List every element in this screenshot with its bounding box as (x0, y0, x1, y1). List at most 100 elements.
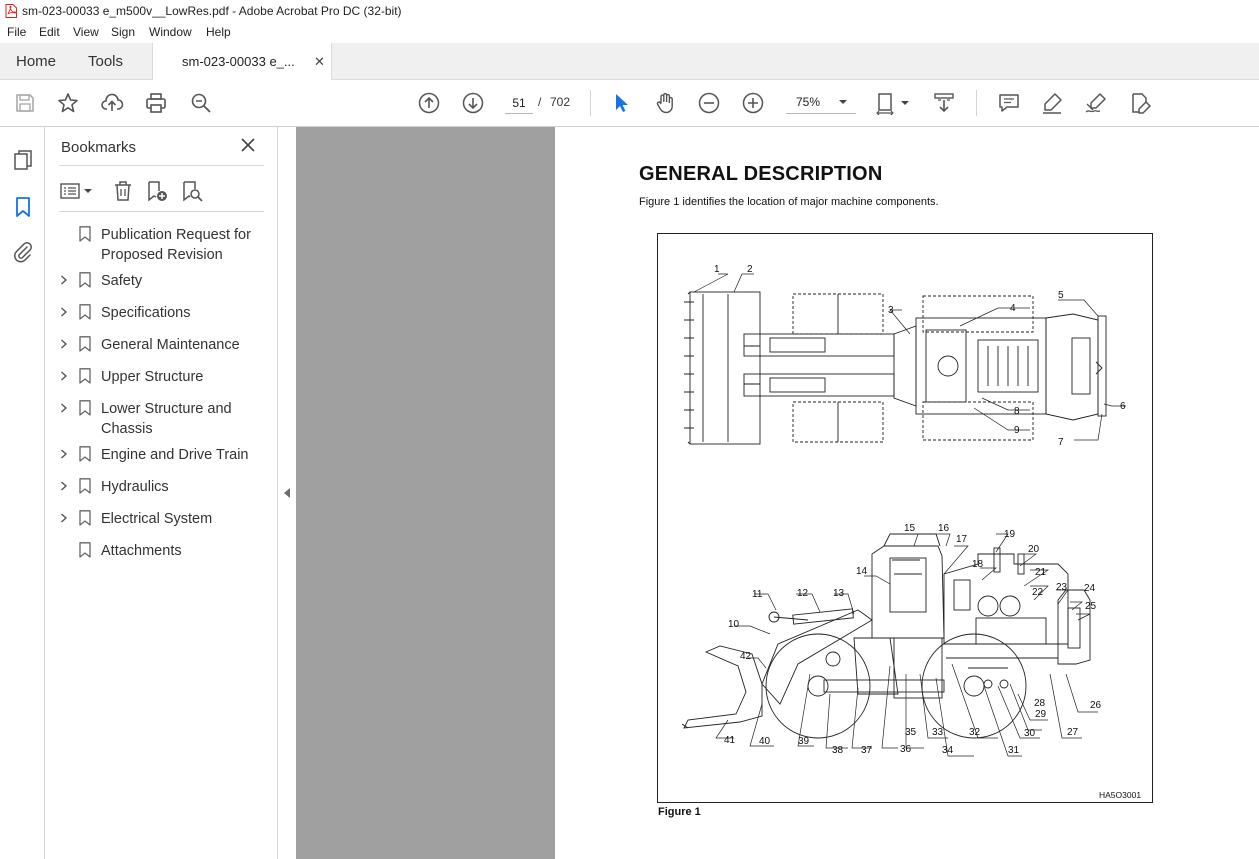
document-intro-text: Figure 1 identifies the location of majo… (639, 196, 939, 208)
star-icon[interactable] (56, 91, 80, 115)
callout-14: 14 (856, 566, 868, 577)
next-page-icon[interactable] (461, 91, 485, 115)
zoom-search-icon[interactable] (189, 91, 213, 115)
upload-cloud-icon[interactable] (100, 91, 124, 115)
chevron-right-icon[interactable] (60, 307, 68, 317)
new-bookmark-icon[interactable] (145, 179, 169, 203)
scroll-mode-icon[interactable] (932, 91, 956, 115)
top-view-drawing (684, 291, 1107, 445)
machine-components-figure: 1 2 3 4 5 6 7 8 9 10 11 12 13 14 15 16 1 (657, 233, 1153, 803)
bookmark-options-icon[interactable] (59, 179, 95, 203)
chevron-right-icon[interactable] (60, 513, 68, 523)
collapse-panel-arrow-icon[interactable] (284, 488, 290, 498)
bookmark-item-specifications[interactable]: Specifications (45, 303, 277, 323)
menu-help[interactable]: Help (206, 25, 231, 39)
bookmark-item-electrical-system[interactable]: Electrical System (45, 509, 277, 529)
bookmark-icon (79, 478, 91, 494)
page-total: 702 (550, 95, 571, 109)
menu-window[interactable]: Window (149, 25, 192, 39)
callout-32: 32 (969, 727, 981, 738)
callout-1: 1 (714, 264, 720, 275)
callout-40: 40 (759, 736, 771, 747)
callout-31: 31 (1008, 745, 1020, 756)
callout-37: 37 (861, 745, 873, 756)
callout-27: 27 (1067, 727, 1079, 738)
chevron-right-icon[interactable] (60, 371, 68, 381)
figure-code: HA5O3001 (1099, 790, 1141, 800)
menu-edit[interactable]: Edit (39, 25, 60, 39)
edit-document-icon[interactable] (1128, 91, 1152, 115)
callout-29: 29 (1035, 709, 1047, 720)
figure-caption: Figure 1 (658, 806, 701, 818)
zoom-level-select[interactable]: 75% (786, 92, 856, 114)
tab-document[interactable]: sm-023-00033 e_... ✕ (152, 43, 332, 80)
callout-19: 19 (1004, 529, 1016, 540)
chevron-right-icon[interactable] (60, 339, 68, 349)
comment-icon[interactable] (997, 91, 1021, 115)
previous-page-icon[interactable] (417, 91, 441, 115)
bookmark-icon (79, 336, 91, 352)
bookmark-item-upper-structure[interactable]: Upper Structure (45, 367, 277, 387)
draw-sign-icon[interactable] (1084, 91, 1108, 115)
zoom-value: 75% (796, 95, 821, 109)
callout-11: 11 (752, 589, 763, 600)
zoom-in-icon[interactable] (741, 91, 765, 115)
window-title: sm-023-00033 e_m500v__LowRes.pdf - Adobe… (22, 4, 402, 18)
select-cursor-icon[interactable] (609, 91, 633, 115)
bookmark-item-general-maintenance[interactable]: General Maintenance (45, 335, 277, 355)
bookmarks-panel: Bookmarks Publication Request for Propos… (45, 127, 277, 859)
tab-home[interactable]: Home (16, 53, 56, 70)
page-thumbnails-icon[interactable] (11, 148, 35, 172)
delete-bookmark-icon[interactable] (111, 179, 135, 203)
chevron-right-icon[interactable] (60, 449, 68, 459)
document-canvas[interactable]: GENERAL DESCRIPTION Figure 1 identifies … (296, 127, 1259, 859)
callout-25: 25 (1085, 601, 1097, 612)
close-panel-icon[interactable] (240, 137, 256, 153)
callout-9: 9 (1014, 425, 1020, 436)
menu-bar: File Edit View Sign Window Help (0, 22, 1259, 43)
bookmark-item-hydraulics[interactable]: Hydraulics (45, 477, 277, 497)
bookmark-label: Attachments (101, 543, 182, 559)
navigation-rail (0, 127, 45, 859)
callout-13: 13 (833, 588, 845, 599)
callout-41: 41 (724, 735, 736, 746)
callout-35: 35 (905, 727, 917, 738)
bookmark-label: General Maintenance (101, 337, 240, 353)
callout-28: 28 (1034, 698, 1046, 709)
menu-view[interactable]: View (73, 25, 99, 39)
bookmark-icon (79, 368, 91, 384)
chevron-right-icon[interactable] (60, 481, 68, 491)
panel-divider (59, 165, 264, 166)
bookmark-item-attachments[interactable]: Attachments (45, 541, 277, 561)
close-icon[interactable]: ✕ (314, 54, 325, 70)
chevron-down-icon (839, 100, 847, 104)
wheel-loader-diagram: 1 2 3 4 5 6 7 8 9 10 11 12 13 14 15 16 1 (681, 264, 1141, 800)
callout-17: 17 (956, 534, 968, 545)
print-icon[interactable] (144, 91, 168, 115)
chevron-right-icon[interactable] (60, 275, 68, 285)
page-number-input[interactable] (505, 92, 533, 114)
bookmark-item-lower-structure[interactable]: Lower Structure and Chassis (45, 399, 277, 439)
acrobat-pdf-icon (5, 4, 17, 18)
page-fit-icon[interactable] (876, 91, 912, 116)
bookmark-item-safety[interactable]: Safety (45, 271, 277, 291)
callout-15: 15 (904, 523, 916, 534)
bookmark-panel-icon[interactable] (11, 195, 35, 219)
bookmark-label: Engine and Drive Train (101, 447, 249, 463)
bookmark-icon (79, 446, 91, 462)
toolbar-divider (976, 90, 977, 116)
attachment-paperclip-icon[interactable] (11, 240, 35, 264)
highlight-pen-icon[interactable] (1040, 91, 1064, 115)
bookmark-item-engine-drive-train[interactable]: Engine and Drive Train (45, 445, 277, 465)
hand-tool-icon[interactable] (653, 91, 677, 115)
menu-sign[interactable]: Sign (111, 25, 135, 39)
menu-file[interactable]: File (7, 25, 26, 39)
zoom-out-icon[interactable] (697, 91, 721, 115)
tab-tools[interactable]: Tools (88, 53, 123, 70)
find-bookmark-icon[interactable] (180, 179, 204, 203)
chevron-right-icon[interactable] (60, 403, 68, 413)
panel-splitter[interactable] (277, 127, 296, 859)
save-icon[interactable] (13, 91, 37, 115)
callout-7: 7 (1058, 437, 1064, 448)
bookmark-item-publication-request[interactable]: Publication Request for Proposed Revisio… (45, 225, 277, 265)
